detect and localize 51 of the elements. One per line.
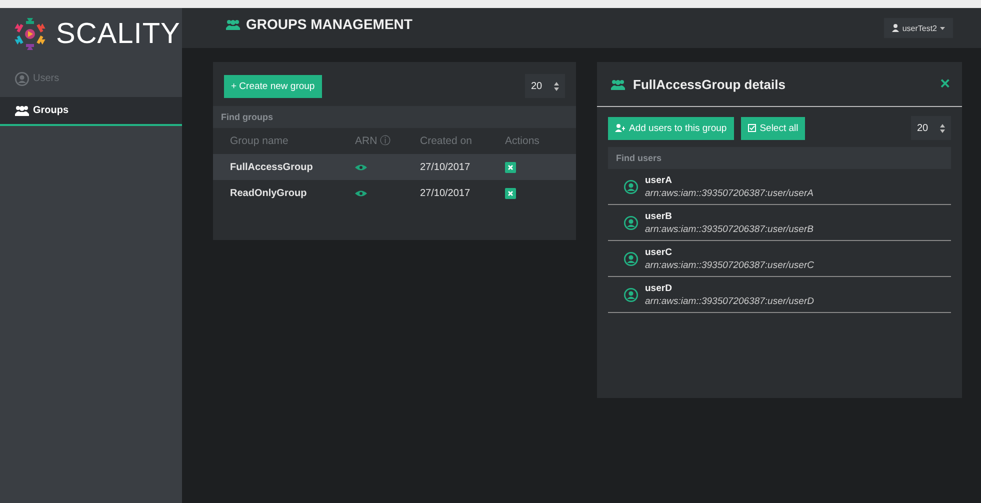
search-field[interactable]: Find users	[608, 147, 951, 169]
page-size-select[interactable]: 20	[911, 116, 951, 140]
logo-icon	[12, 16, 48, 52]
user-list-item[interactable]: userB arn:aws:iam::393507206387:user/userB	[608, 205, 951, 241]
group-icon	[226, 18, 240, 30]
user-arn: arn:aws:iam::393507206387:user/userC	[645, 260, 814, 270]
column-header: Group name	[230, 135, 290, 147]
close-button[interactable]: ×	[940, 74, 950, 94]
column-header: ARN ⓘ	[355, 134, 392, 148]
column-header: Actions	[505, 135, 540, 147]
table-row[interactable]: ReadOnlyGroup 27/10/2017	[213, 180, 576, 206]
user-list-item[interactable]: userC arn:aws:iam::393507206387:user/userC	[608, 241, 951, 277]
user-name: userC	[645, 246, 673, 258]
created-date: 27/10/2017	[420, 188, 472, 198]
user-arn: arn:aws:iam::393507206387:user/userB	[645, 224, 814, 234]
user-menu[interactable]: userTest2	[884, 18, 953, 38]
caret-icon	[940, 26, 945, 30]
delete-icon	[505, 188, 516, 198]
delete-icon	[505, 162, 516, 172]
user-arn: arn:aws:iam::393507206387:user/userA	[645, 188, 814, 198]
table-row[interactable]: FullAccessGroup 27/10/2017	[213, 154, 576, 180]
user-icon	[624, 216, 638, 230]
search-field[interactable]: Find groups	[213, 106, 576, 128]
user-icon	[624, 252, 638, 266]
user-icon	[15, 72, 29, 86]
user-icon	[624, 180, 638, 194]
person-icon	[892, 24, 900, 32]
add-user-icon	[615, 124, 625, 132]
page-size-select[interactable]: 20	[525, 74, 565, 98]
eye-icon	[355, 190, 367, 196]
group-name: ReadOnlyGroup	[230, 188, 308, 198]
sidebar-item[interactable]: Groups	[0, 97, 182, 126]
column-header: Created on	[420, 135, 473, 147]
page-title: GROUPS MANAGEMENT	[246, 16, 412, 32]
logo-text: SCALITY	[56, 18, 180, 50]
checkbox-icon	[748, 124, 756, 132]
user-arn: arn:aws:iam::393507206387:user/userD	[645, 296, 814, 306]
user-name: userB	[645, 210, 673, 222]
group-icon	[611, 78, 625, 90]
eye-icon	[355, 164, 367, 170]
sort-icon	[554, 82, 559, 90]
panel-title: FullAccessGroup details	[633, 76, 786, 92]
user-name: userA	[645, 174, 673, 186]
created-date: 27/10/2017	[420, 162, 472, 172]
user-list-item[interactable]: userD arn:aws:iam::393507206387:user/userD	[608, 277, 951, 313]
sort-icon	[940, 124, 945, 132]
user-name: userD	[645, 282, 673, 294]
user-icon	[624, 288, 638, 302]
group-icon	[15, 105, 29, 116]
group-name: FullAccessGroup	[230, 162, 314, 172]
user-list-item[interactable]: userA arn:aws:iam::393507206387:user/userA	[608, 169, 951, 205]
